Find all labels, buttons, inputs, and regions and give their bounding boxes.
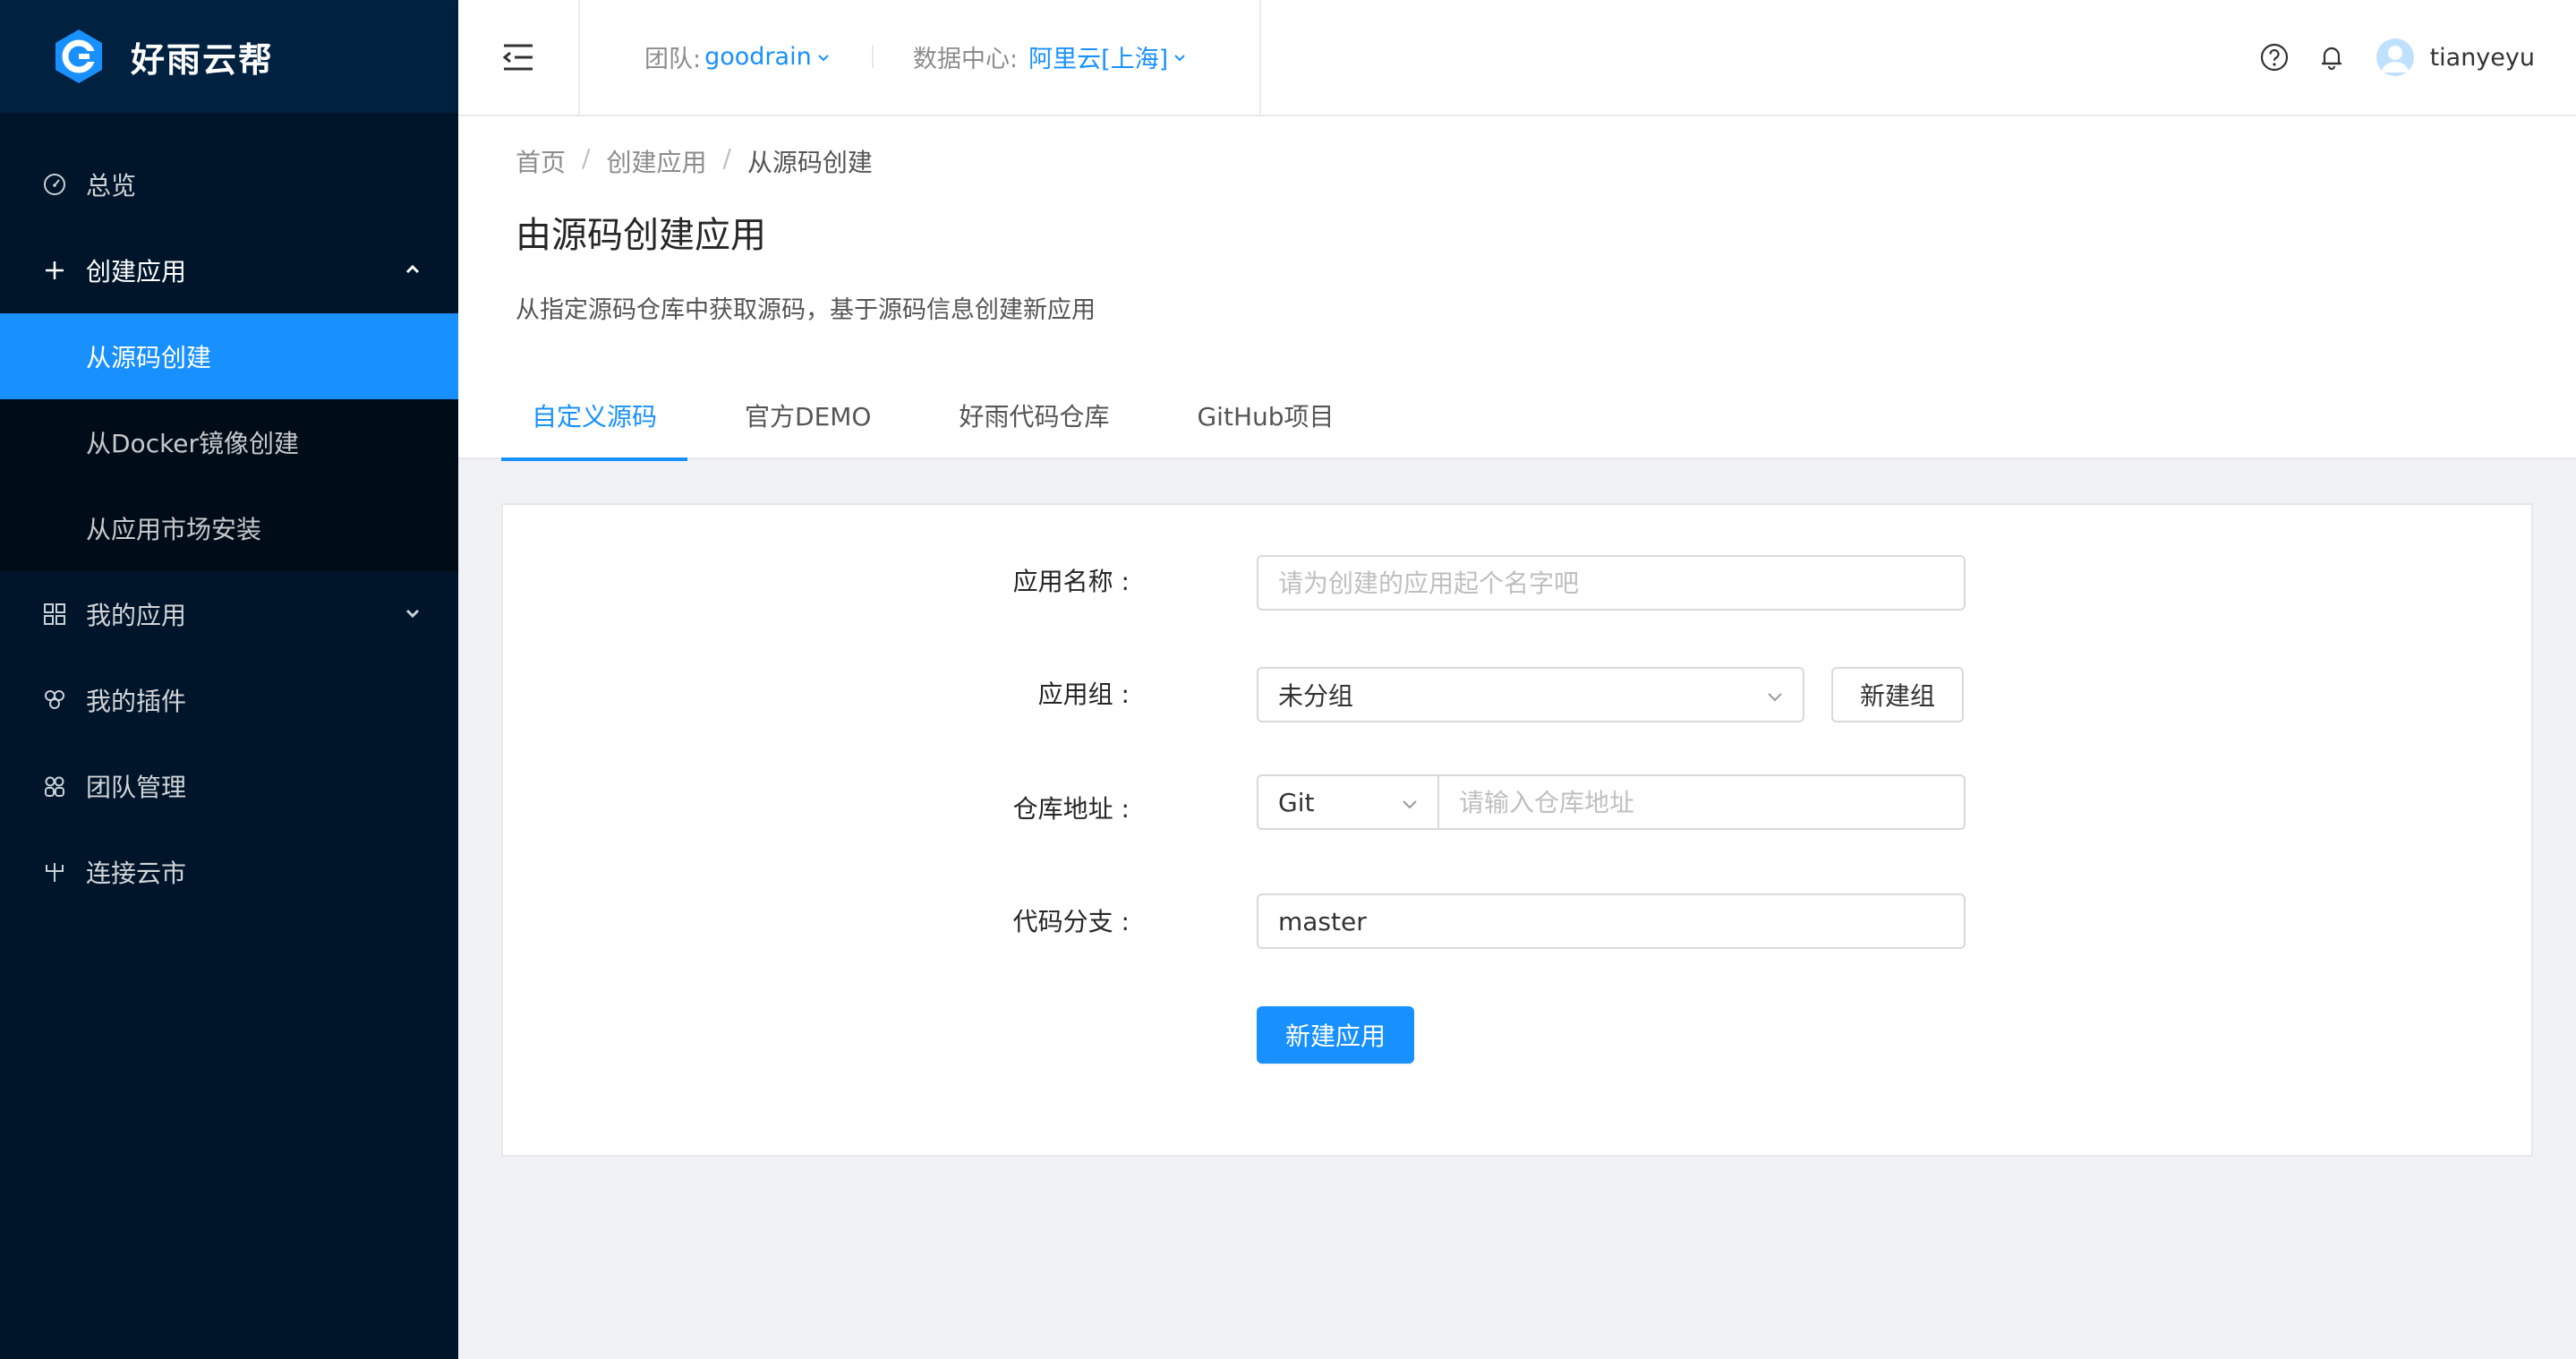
- sidebar-item-cloud-market[interactable]: 连接云市: [0, 829, 458, 915]
- repo-type-value: Git: [1278, 787, 1315, 817]
- chevron-down-icon: [817, 54, 829, 61]
- team-label: 团队:: [644, 46, 702, 73]
- app-name-input[interactable]: [1257, 555, 1966, 611]
- appstore-icon: [41, 601, 68, 628]
- menu-fold-icon: [502, 44, 533, 71]
- sidebar-item-label: 从应用市场安装: [86, 515, 262, 544]
- page-title: 由源码创建应用: [516, 215, 766, 256]
- sidebar-item-label: 从Docker镜像创建: [86, 429, 300, 458]
- plus-icon: [41, 257, 68, 284]
- tab-github-project[interactable]: GitHub项目: [1166, 394, 1364, 459]
- header-divider: [1259, 0, 1261, 115]
- sidebar-item-label: 总览: [86, 171, 137, 201]
- branch-input[interactable]: [1257, 893, 1966, 949]
- app-group-value: 未分组: [1278, 681, 1354, 711]
- repo-url-input[interactable]: [1437, 774, 1966, 830]
- dashboard-icon: [41, 171, 68, 198]
- page-description: 从指定源码仓库中获取源码，基于源码信息创建新应用: [516, 296, 1096, 324]
- source-tabs: 自定义源码 官方DEMO 好雨代码仓库 GitHub项目: [501, 394, 1392, 461]
- sidebar-item-label: 创建应用: [86, 257, 187, 286]
- tab-goodrain-repo[interactable]: 好雨代码仓库: [928, 394, 1139, 459]
- brand-logo-icon: [55, 30, 102, 83]
- chevron-down-icon: [1403, 800, 1417, 809]
- breadcrumb-separator: /: [582, 143, 591, 173]
- sidebar-item-my-plugins[interactable]: 我的插件: [0, 657, 458, 743]
- page-header: 首页 / 创建应用 / 从源码创建 由源码创建应用 从指定源码仓库中获取源码，基…: [458, 116, 2576, 461]
- new-group-button[interactable]: 新建组: [1831, 667, 1964, 722]
- brand-name: 好雨云帮: [131, 39, 275, 80]
- chevron-down-icon: [405, 609, 420, 619]
- sidebar-item-overview[interactable]: 总览: [0, 141, 458, 227]
- branch-label: 代码分支 :: [1012, 907, 1130, 936]
- sidebar-item-label: 我的插件: [86, 687, 187, 716]
- chevron-up-icon: [405, 264, 420, 274]
- datacenter-label: 数据中心:: [913, 46, 1019, 73]
- repo-type-select[interactable]: Git: [1257, 774, 1439, 830]
- app-group-select[interactable]: 未分组: [1257, 667, 1804, 722]
- sidebar-item-my-apps[interactable]: 我的应用: [0, 571, 458, 657]
- help-icon[interactable]: [2256, 39, 2292, 75]
- sidebar-item-from-source[interactable]: 从源码创建: [0, 313, 458, 399]
- collapse-menu-button[interactable]: [458, 0, 580, 115]
- sidebar-item-label: 团队管理: [86, 773, 187, 802]
- create-app-button[interactable]: 新建应用: [1257, 1006, 1414, 1064]
- sidebar: 好雨云帮 总览 创建应用 从源码创建 从Docker镜像创建 从应用市场安装 我…: [0, 0, 458, 1359]
- tab-custom-source[interactable]: 自定义源码: [501, 394, 688, 461]
- breadcrumb: 首页 / 创建应用 / 从源码创建: [516, 143, 873, 179]
- repo-label: 仓库地址 :: [1012, 794, 1130, 824]
- tab-official-demo[interactable]: 官方DEMO: [714, 394, 901, 459]
- submenu-create-app: 从源码创建 从Docker镜像创建 从应用市场安装: [0, 313, 458, 571]
- sidebar-menu: 总览 创建应用 从源码创建 从Docker镜像创建 从应用市场安装 我的应用 我…: [0, 141, 458, 915]
- datacenter-selector[interactable]: 数据中心: 阿里云[上海]: [913, 39, 1188, 74]
- create-app-form-card: 应用名称 : 应用组 : 未分组 新建组 仓库地址 : Git 代码分支 : 新…: [501, 503, 2533, 1157]
- chevron-down-icon: [1174, 54, 1185, 61]
- sidebar-item-from-market[interactable]: 从应用市场安装: [0, 485, 458, 571]
- header-divider: [872, 45, 874, 68]
- app-group-label: 应用组 :: [1037, 680, 1130, 709]
- breadcrumb-home[interactable]: 首页: [516, 143, 566, 179]
- bell-icon[interactable]: [2314, 39, 2350, 75]
- user-icon: [2381, 46, 2409, 73]
- datacenter-value: 阿里云[上海]: [1028, 46, 1169, 73]
- top-header: 团队: goodrain 数据中心: 阿里云[上海] tianyeyu: [458, 0, 2576, 115]
- team-icon: [41, 773, 68, 799]
- sidebar-item-label: 我的应用: [86, 601, 187, 630]
- breadcrumb-current: 从源码创建: [746, 148, 873, 177]
- header-actions: tianyeyu: [2235, 34, 2535, 81]
- plugin-icon: [41, 687, 68, 714]
- breadcrumb-create-app[interactable]: 创建应用: [606, 143, 706, 179]
- chevron-down-icon: [1768, 693, 1782, 702]
- username[interactable]: tianyeyu: [2430, 44, 2535, 72]
- team-value: goodrain: [704, 43, 812, 71]
- breadcrumb-separator: /: [722, 143, 731, 173]
- sidebar-item-from-docker[interactable]: 从Docker镜像创建: [0, 399, 458, 485]
- sidebar-item-label: 连接云市: [86, 859, 187, 888]
- fork-icon: [41, 859, 68, 885]
- sidebar-item-label: 从源码创建: [86, 343, 212, 372]
- team-selector[interactable]: 团队: goodrain: [644, 39, 832, 74]
- sidebar-item-team[interactable]: 团队管理: [0, 743, 458, 829]
- sidebar-item-create-app[interactable]: 创建应用: [0, 227, 458, 313]
- app-name-label: 应用名称 :: [1012, 567, 1130, 596]
- logo-bar[interactable]: 好雨云帮: [0, 0, 458, 113]
- avatar[interactable]: [2376, 38, 2414, 76]
